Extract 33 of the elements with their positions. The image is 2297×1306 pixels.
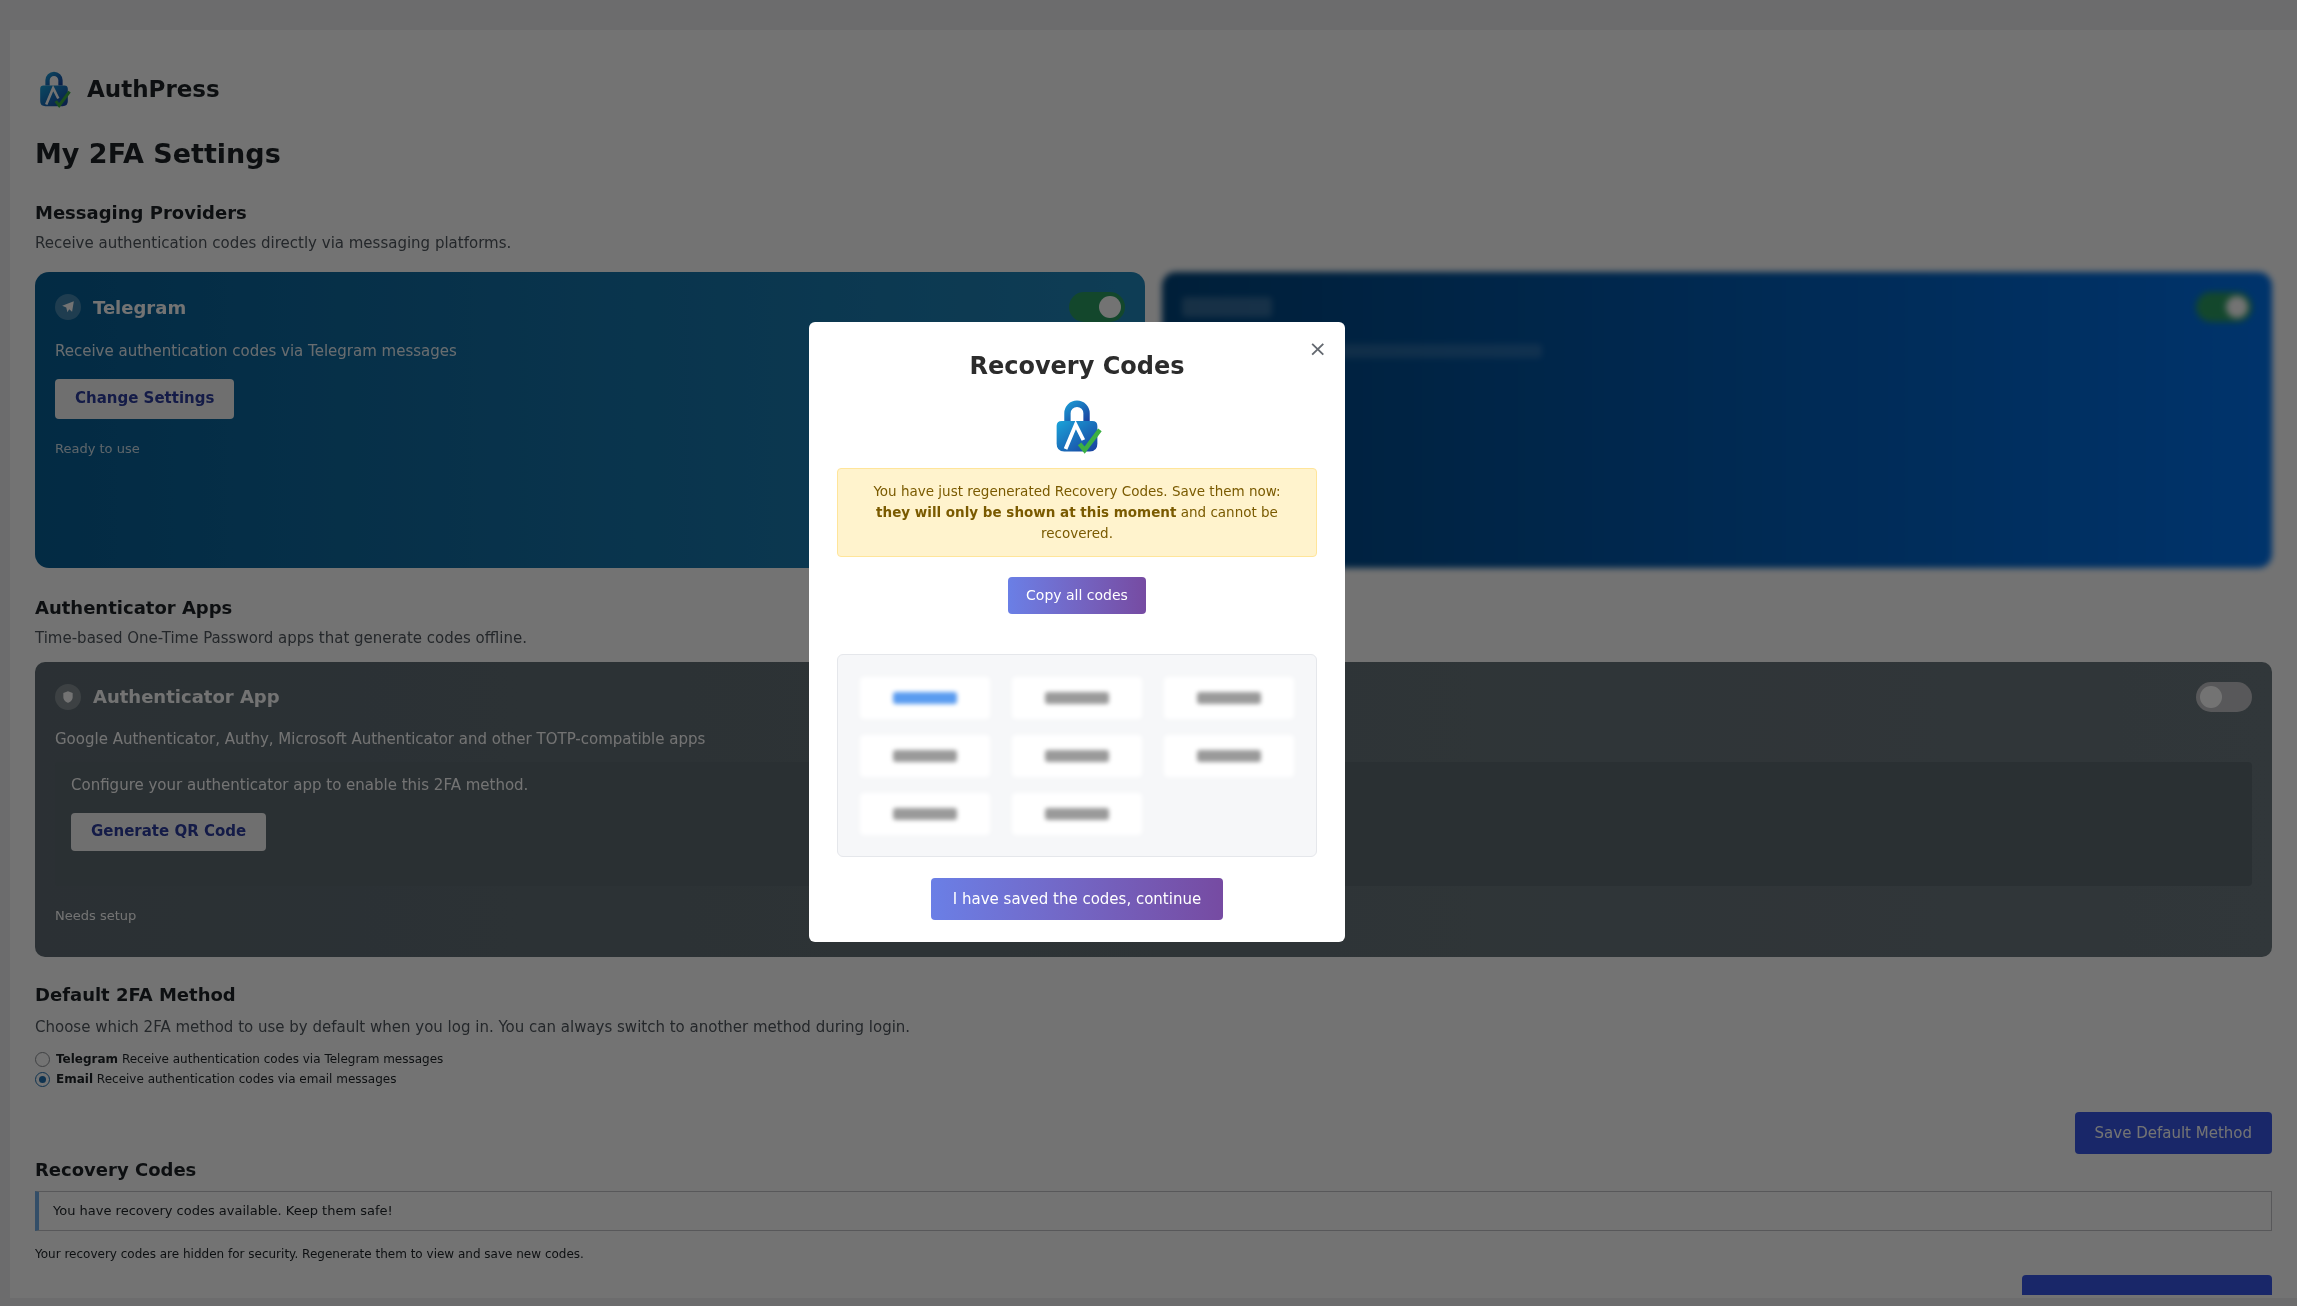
section-description: Choose which 2FA method to use by default when you log in. You can always switch to another method during login. — [35, 1016, 911, 1038]
toggle-switch[interactable] — [2196, 292, 2252, 322]
dialog-title: Recovery Codes — [969, 351, 1185, 382]
generate-qr-button[interactable]: Generate QR Code — [71, 812, 267, 851]
radio-button[interactable] — [35, 1051, 50, 1067]
change-settings-button[interactable]: Change Settings — [55, 378, 235, 419]
radio-option[interactable]: Email Receive authentication codes via email messages — [35, 1070, 444, 1088]
provider-description: Receive authentication codes via Telegram messages — [55, 341, 458, 362]
section-title: Default 2FA Method — [35, 982, 236, 1007]
provider-name: Telegram — [93, 295, 187, 320]
copy-codes-button[interactable]: Copy all codes — [1008, 577, 1146, 614]
section-description: Time-based One-Time Password apps that generate codes offline. — [35, 628, 527, 649]
section-title: Authenticator Apps — [35, 596, 233, 620]
setup-hint: Configure your authenticator app to enable this 2FA method. — [71, 775, 529, 796]
warning-box: You have just regenerated Recovery Codes. Save them now: they will only be shown at this moment and cannot be recovered. — [837, 468, 1317, 557]
toggle-switch[interactable] — [2196, 681, 2252, 712]
continue-button[interactable]: I have saved the codes, continue — [930, 878, 1224, 920]
app-card-description: Google Authenticator, Authy, Microsoft Authenticator and other TOTP-compatible apps — [55, 728, 707, 750]
close-button[interactable]: × — [1308, 338, 1327, 360]
status-text: Ready to use — [55, 439, 141, 458]
save-default-button[interactable]: Save Default Method — [2074, 1112, 2272, 1154]
section-title: Messaging Providers — [35, 200, 247, 225]
section-title: Recovery Codes — [35, 1158, 197, 1182]
radio-button[interactable] — [35, 1071, 50, 1087]
toggle-switch[interactable] — [1069, 292, 1125, 322]
page-title: My 2FA Settings — [35, 137, 281, 171]
app-name: AuthPress — [87, 74, 220, 104]
section-description: Receive authentication codes directly via messaging platforms. — [35, 232, 512, 254]
recovery-note: Your recovery codes are hidden for security. Regenerate them to view and save new codes. — [35, 1246, 584, 1263]
status-text: Needs setup — [55, 907, 137, 925]
notice-box: You have recovery codes available. Keep them safe! — [35, 1191, 2272, 1231]
radio-option[interactable]: Telegram Receive authentication codes via Telegram messages — [35, 1050, 444, 1068]
app-card-name: Authenticator App — [93, 685, 280, 709]
